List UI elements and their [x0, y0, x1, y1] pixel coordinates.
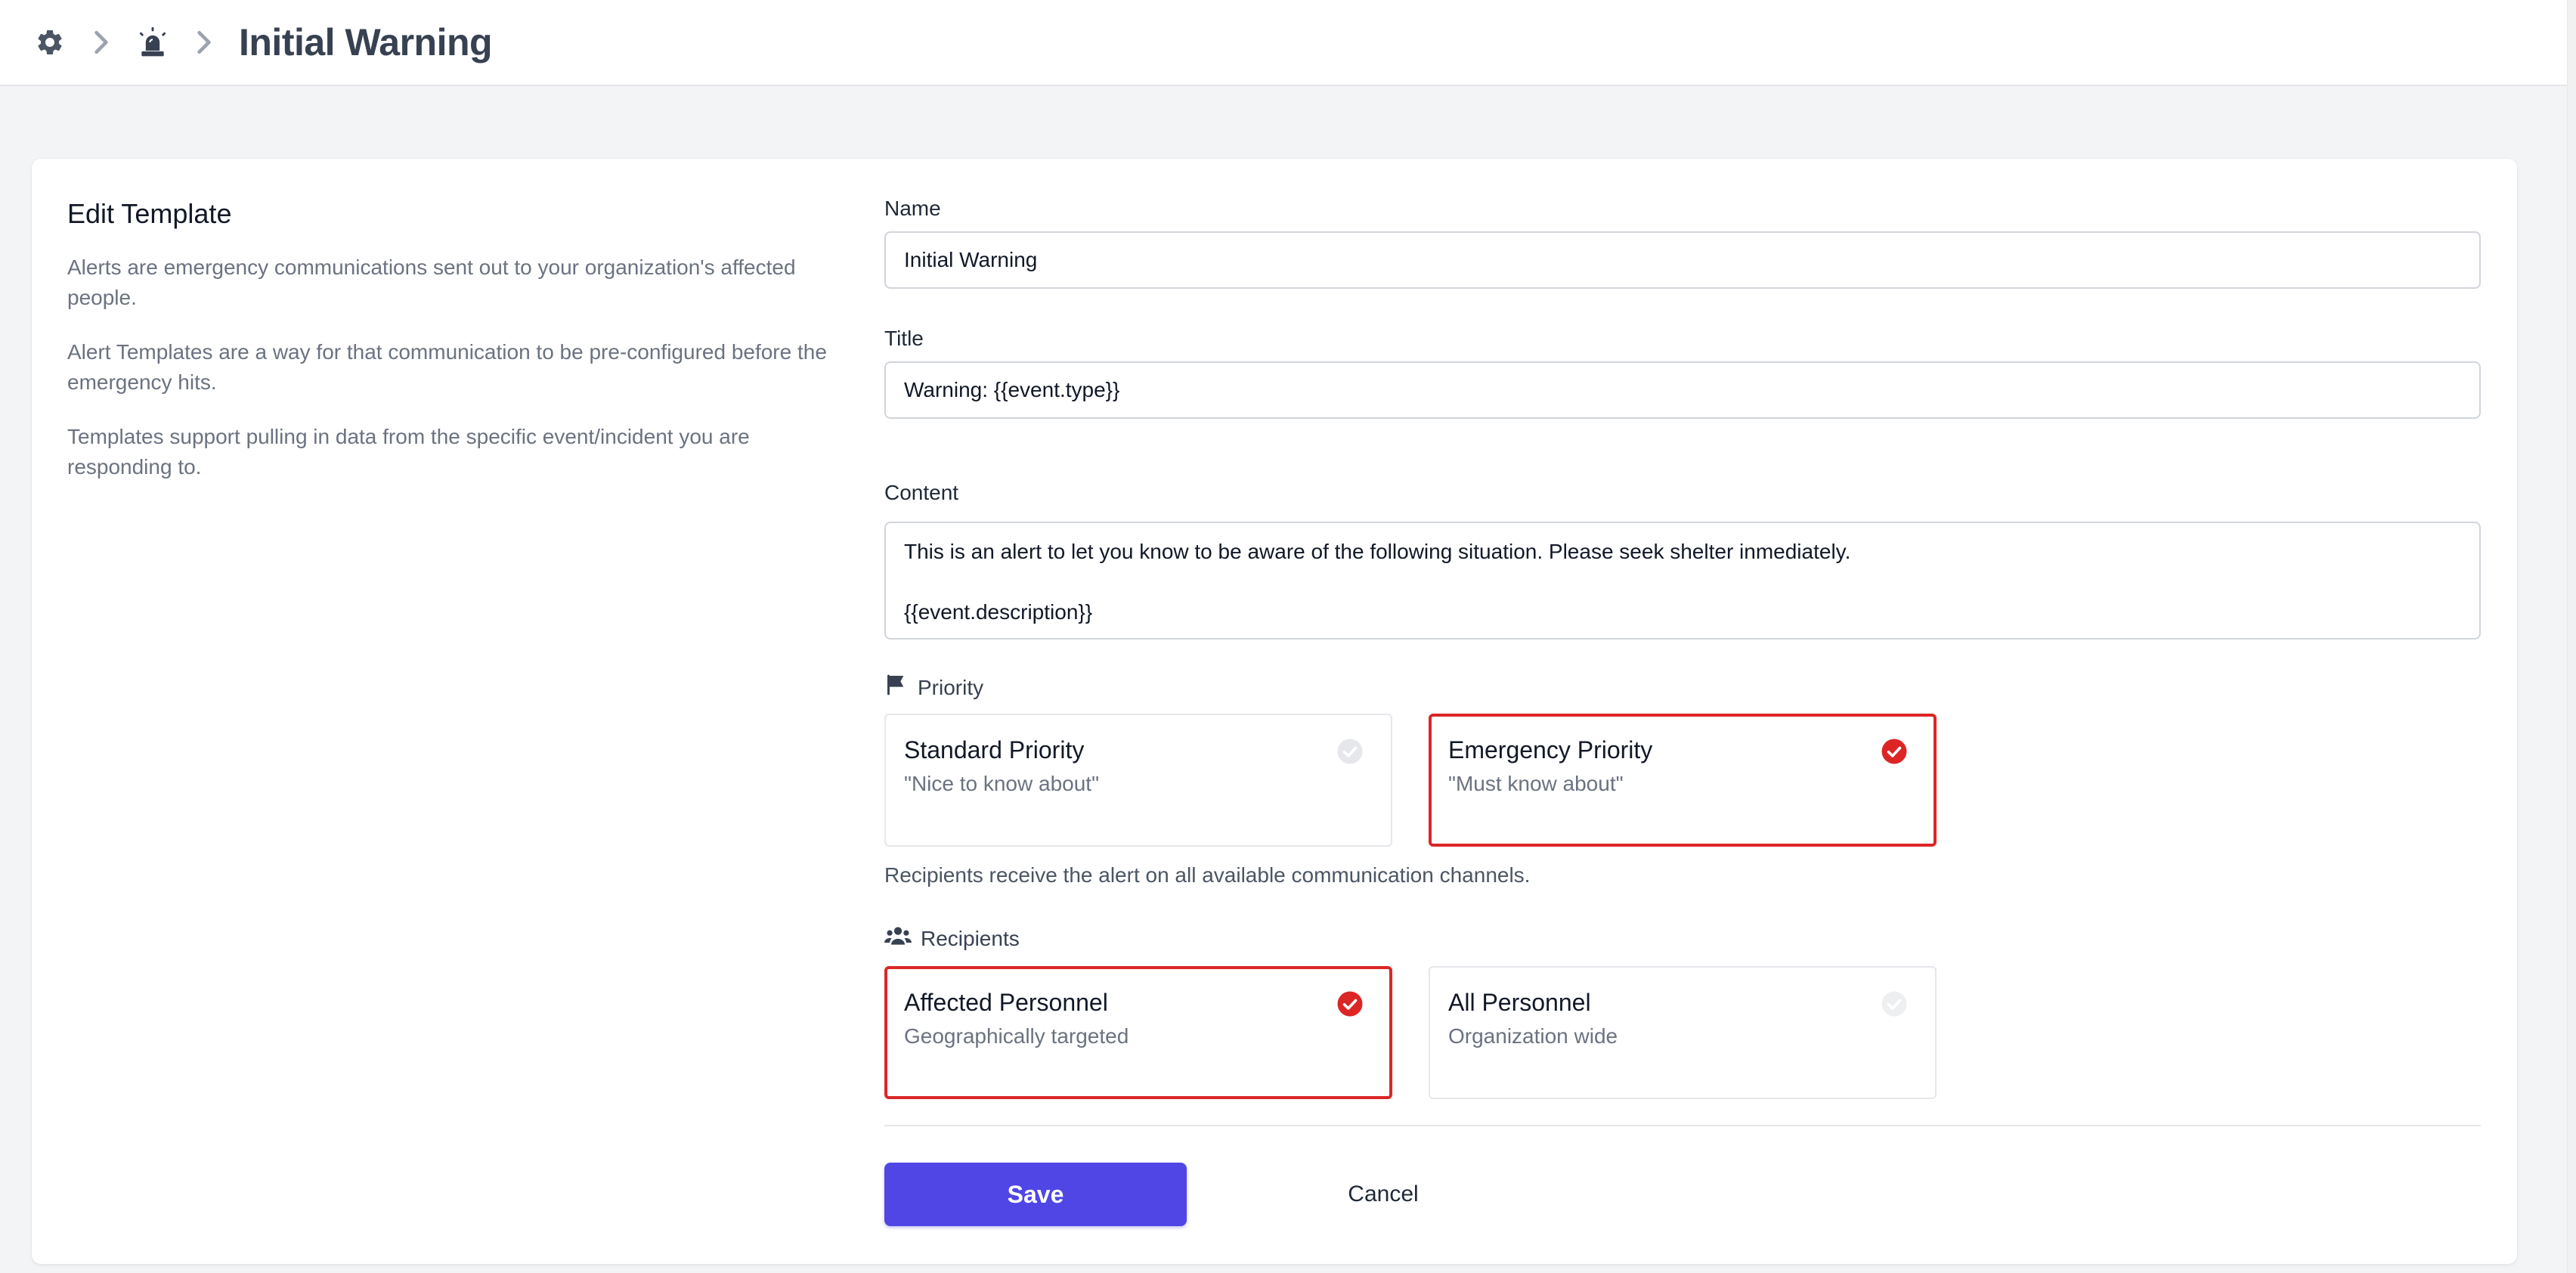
recipients-label-text: Recipients: [921, 926, 1020, 950]
all-personnel-option[interactable]: All Personnel Organization wide: [1429, 966, 1937, 1099]
title-input-value: Warning: {{event.type}}: [904, 378, 1120, 401]
gear-icon[interactable]: [33, 26, 67, 59]
section-title: Edit Template: [67, 198, 232, 229]
chevron-right-icon: [86, 26, 116, 59]
description-paragraph: Alert Templates are a way for that commu…: [67, 340, 827, 394]
priority-label-text: Priority: [918, 675, 984, 699]
option-title: All Personnel: [1448, 989, 1591, 1016]
name-input[interactable]: Initial Warning: [884, 231, 2481, 289]
edit-template-card: Edit Template Alerts are emergency commu…: [32, 159, 2517, 1264]
check-circle-icon: [1336, 990, 1364, 1017]
content-textarea[interactable]: This is an alert to let you know to be a…: [884, 522, 2481, 640]
check-circle-icon: [1336, 738, 1364, 765]
content-line: [904, 567, 2461, 597]
content-line: {{event.description}}: [904, 600, 1093, 624]
save-button[interactable]: Save: [884, 1163, 1187, 1226]
priority-helper-text: Recipients receive the alert on all avai…: [884, 863, 1531, 887]
title-input[interactable]: Warning: {{event.type}}: [884, 361, 2481, 419]
option-title: Standard Priority: [904, 736, 1085, 763]
emergency-priority-option[interactable]: Emergency Priority "Must know about": [1429, 714, 1937, 847]
template-info-panel: Edit Template Alerts are emergency commu…: [67, 198, 853, 506]
option-subtitle: "Must know about": [1448, 772, 1624, 795]
siren-icon[interactable]: [136, 26, 169, 59]
flag-icon: [884, 673, 918, 702]
priority-label: Priority: [884, 673, 983, 702]
scrollbar[interactable]: [2567, 0, 2576, 1273]
users-icon: [884, 924, 921, 953]
name-label: Name: [884, 197, 941, 220]
option-title: Affected Personnel: [904, 989, 1108, 1016]
option-subtitle: Organization wide: [1448, 1024, 1618, 1048]
name-input-value: Initial Warning: [904, 248, 1038, 271]
check-circle-icon: [1881, 738, 1908, 765]
content-label: Content: [884, 481, 959, 504]
affected-personnel-option[interactable]: Affected Personnel Geographically target…: [884, 966, 1392, 1099]
content-line: This is an alert to let you know to be a…: [904, 540, 1851, 563]
cancel-button[interactable]: Cancel: [1308, 1163, 1459, 1226]
option-subtitle: Geographically targeted: [904, 1024, 1129, 1048]
page-title: Initial Warning: [239, 21, 493, 63]
recipients-label: Recipients: [884, 924, 1020, 953]
option-subtitle: "Nice to know about": [904, 772, 1100, 795]
title-label: Title: [884, 327, 924, 350]
description-paragraph: Templates support pulling in data from t…: [67, 425, 750, 479]
standard-priority-option[interactable]: Standard Priority "Nice to know about": [884, 714, 1392, 847]
top-bar: Initial Warning: [0, 0, 2567, 86]
check-circle-icon: [1881, 990, 1908, 1017]
option-title: Emergency Priority: [1448, 736, 1653, 763]
description-paragraph: Alerts are emergency communications sent…: [67, 256, 796, 309]
form-divider: [884, 1125, 2481, 1126]
chevron-right-icon: [189, 26, 219, 59]
